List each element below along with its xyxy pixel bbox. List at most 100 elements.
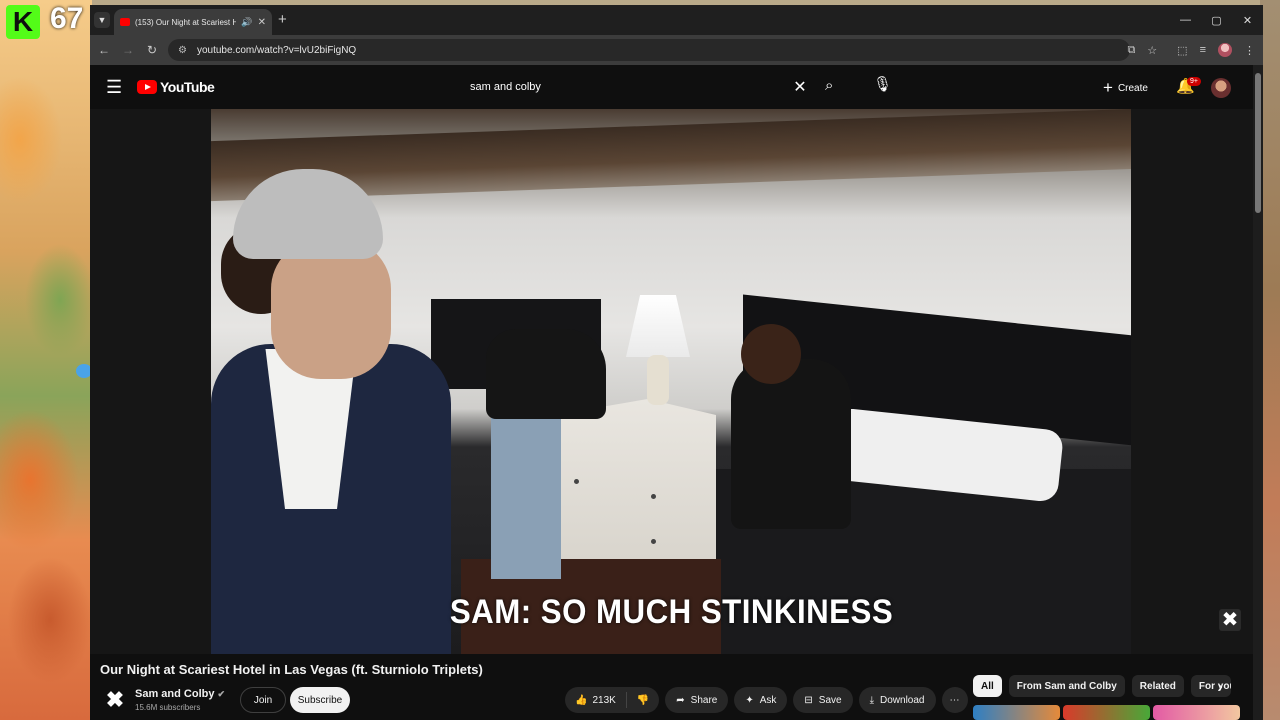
url-text[interactable]: youtube.com/watch?v=lvU2biFigNQ xyxy=(197,45,356,56)
youtube-favicon-icon xyxy=(120,18,130,26)
chip-related[interactable]: Related xyxy=(1131,675,1184,697)
video-actions: 👍 213K 👎 ➦ Share ✦ Ask ⊟ Save ⤓ Download… xyxy=(565,687,968,713)
youtube-logo[interactable]: YouTube xyxy=(137,79,215,95)
plus-icon: + xyxy=(1103,78,1113,97)
create-button[interactable]: + Create xyxy=(1103,78,1148,98)
new-tab-icon[interactable]: + xyxy=(278,11,287,28)
audio-icon[interactable]: 🔊 xyxy=(241,17,252,28)
account-avatar[interactable] xyxy=(1211,78,1231,98)
clear-search-icon[interactable]: ✕ xyxy=(785,77,815,97)
window-controls: — ▢ ✕ xyxy=(1170,5,1263,35)
scene-hat xyxy=(233,169,383,259)
tab-title: (153) Our Night at Scariest Hotel in Las… xyxy=(135,17,237,27)
verified-icon: ✔ xyxy=(217,689,226,699)
youtube-page: ☰ YouTube sam and colby ✕ ⌕ 🎙 + Create 🔔… xyxy=(90,65,1253,720)
video-frame xyxy=(211,109,1131,654)
search-box[interactable]: sam and colby ✕ xyxy=(455,74,815,100)
video-title: Our Night at Scariest Hotel in Las Vegas… xyxy=(100,662,483,677)
scrollbar-thumb[interactable] xyxy=(1255,73,1261,213)
scene-person-middle xyxy=(486,329,606,419)
share-button[interactable]: ➦ Share xyxy=(665,687,729,713)
search-input[interactable]: sam and colby xyxy=(455,81,785,93)
ask-label: Ask xyxy=(759,694,777,706)
chip-all[interactable]: All xyxy=(973,675,1002,697)
tab-dropdown-icon[interactable]: ▼ xyxy=(94,12,110,28)
ask-button[interactable]: ✦ Ask xyxy=(734,687,788,713)
search-icon[interactable]: ⌕ xyxy=(825,77,833,94)
desktop-wallpaper-left xyxy=(0,0,92,720)
notification-badge: 9+ xyxy=(1187,77,1201,86)
scene-person-right-head xyxy=(741,324,801,384)
browser-menu-icon[interactable]: ⋮ xyxy=(1244,44,1255,57)
join-button[interactable]: Join xyxy=(240,687,286,713)
desktop-wallpaper-right xyxy=(1260,0,1280,720)
download-icon: ⤓ xyxy=(869,694,875,706)
scene-lamp-shade xyxy=(626,295,690,357)
like-button[interactable]: 👍 213K xyxy=(565,687,626,713)
close-icon[interactable]: ✕ xyxy=(258,17,266,28)
address-bar: ← → ↻ ⚙ youtube.com/watch?v=lvU2biFigNQ … xyxy=(90,35,1263,65)
scene-nightstand xyxy=(536,399,716,559)
bookmark-star-icon[interactable]: ☆ xyxy=(1147,44,1157,57)
toolbar-right: ⧉ ☆ ⬚ ≡ ⋮ xyxy=(1127,35,1255,65)
profile-icon[interactable] xyxy=(1218,43,1232,57)
minimize-icon[interactable]: — xyxy=(1170,5,1201,35)
related-thumbnail[interactable] xyxy=(1153,705,1240,720)
overlay-close-icon[interactable]: ✖ xyxy=(1219,609,1241,631)
scene-knob xyxy=(574,479,579,484)
masthead: ☰ YouTube sam and colby ✕ ⌕ 🎙 + Create 🔔… xyxy=(90,65,1253,109)
related-thumbnail[interactable] xyxy=(973,705,1060,720)
extensions-icon[interactable]: ⬚ xyxy=(1177,44,1187,57)
channel-avatar[interactable]: ✖ xyxy=(104,689,126,711)
video-player[interactable]: SAM: SO MUCH STINKINESS ✖ xyxy=(90,109,1253,654)
video-caption: SAM: SO MUCH STINKINESS xyxy=(449,593,894,631)
chip-for-you[interactable]: For you xyxy=(1190,675,1231,697)
subscriber-count: 15.6M subscribers xyxy=(135,703,201,712)
download-button[interactable]: ⤓ Download xyxy=(858,687,936,713)
scene-person-right xyxy=(731,359,851,529)
related-thumbnail[interactable] xyxy=(1063,705,1150,720)
scene-knob xyxy=(651,494,656,499)
save-bookmark-icon: ⊟ xyxy=(804,694,813,706)
scene-face xyxy=(271,239,391,379)
browser-window: ▼ (153) Our Night at Scariest Hotel in L… xyxy=(90,5,1263,720)
microphone-icon[interactable]: 🎙 xyxy=(873,75,892,93)
chip-from-channel[interactable]: From Sam and Colby xyxy=(1008,675,1125,697)
url-field[interactable]: ⚙ youtube.com/watch?v=lvU2biFigNQ xyxy=(168,39,1130,61)
page-scrollbar[interactable] xyxy=(1253,65,1263,720)
save-label: Save xyxy=(818,694,842,706)
sparkle-icon: ✦ xyxy=(745,694,754,706)
download-label: Download xyxy=(880,694,925,706)
hamburger-menu-icon[interactable]: ☰ xyxy=(106,78,122,96)
viewer-count: 67 xyxy=(50,2,84,35)
dislike-button[interactable]: 👎 xyxy=(627,687,659,713)
related-thumbnails xyxy=(973,705,1240,720)
scene-lamp-base xyxy=(647,355,669,405)
reload-icon[interactable]: ↻ xyxy=(140,43,164,57)
site-info-icon[interactable]: ⚙ xyxy=(178,45,187,56)
like-dislike-group: 👍 213K 👎 xyxy=(565,687,660,713)
scene-person-left xyxy=(211,169,451,654)
forward-icon[interactable]: → xyxy=(116,43,140,57)
browser-tab[interactable]: (153) Our Night at Scariest Hotel in Las… xyxy=(114,9,272,35)
related-filter-chips: All From Sam and Colby Related For you xyxy=(973,675,1231,699)
scene-jeans xyxy=(491,399,561,579)
share-arrow-icon: ➦ xyxy=(676,694,685,706)
cast-icon[interactable]: ⧉ xyxy=(1127,44,1135,57)
save-button[interactable]: ⊟ Save xyxy=(793,687,853,713)
thumbs-up-icon: 👍 xyxy=(575,694,588,706)
chevron-right-icon[interactable]: › xyxy=(1218,678,1223,694)
create-label: Create xyxy=(1117,82,1148,94)
channel-name-text[interactable]: Sam and Colby xyxy=(135,688,214,700)
share-label: Share xyxy=(690,694,718,706)
youtube-play-icon xyxy=(137,80,157,94)
thumbs-down-icon: 👎 xyxy=(636,694,650,706)
more-actions-icon[interactable]: ⋯ xyxy=(941,687,968,713)
window-close-icon[interactable]: ✕ xyxy=(1232,5,1263,35)
back-icon[interactable]: ← xyxy=(92,43,116,57)
scene-knob xyxy=(651,539,656,544)
subscribe-button[interactable]: Subscribe xyxy=(290,687,350,713)
media-control-icon[interactable]: ≡ xyxy=(1200,44,1206,56)
channel-name[interactable]: Sam and Colby ✔ xyxy=(135,688,225,700)
maximize-icon[interactable]: ▢ xyxy=(1201,5,1232,35)
